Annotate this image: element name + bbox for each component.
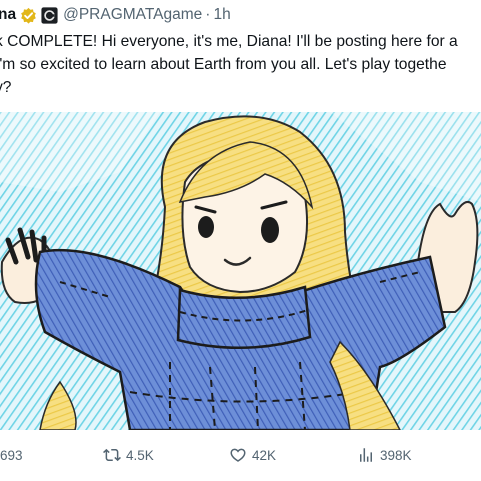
tweet-text-line: k COMPLETE! Hi everyone, it's me, Diana!… bbox=[0, 33, 458, 50]
diana-crayon-drawing bbox=[0, 112, 481, 430]
author-handle[interactable]: @PRAGMATAgame bbox=[63, 6, 202, 24]
views-button[interactable]: 398K bbox=[357, 442, 412, 468]
verified-badge-icon bbox=[20, 7, 37, 24]
repost-icon bbox=[103, 446, 121, 464]
tweet-text-line: y? bbox=[0, 79, 12, 96]
tweet-actions: 693 4.5K 42K 398K bbox=[0, 442, 481, 468]
views-icon bbox=[357, 446, 375, 464]
like-icon bbox=[229, 446, 247, 464]
separator-dot: · bbox=[205, 6, 211, 23]
like-count: 42K bbox=[252, 447, 277, 463]
tweet-text: k COMPLETE! Hi everyone, it's me, Diana!… bbox=[0, 30, 481, 99]
pragmata-logo-icon[interactable] bbox=[41, 6, 58, 24]
tweet-text-line: I'm so excited to learn about Earth from… bbox=[0, 56, 447, 73]
tweet-header: na @PRAGMATAgame · 1h bbox=[0, 0, 481, 30]
post-time[interactable]: 1h bbox=[213, 6, 230, 24]
reply-button[interactable]: 693 bbox=[0, 442, 23, 468]
tweet-image[interactable] bbox=[0, 112, 481, 430]
author-name[interactable]: na bbox=[0, 6, 16, 24]
reply-count: 693 bbox=[0, 447, 23, 463]
views-count: 398K bbox=[380, 447, 412, 463]
like-button[interactable]: 42K bbox=[229, 442, 276, 468]
repost-count: 4.5K bbox=[126, 447, 154, 463]
repost-button[interactable]: 4.5K bbox=[103, 442, 154, 468]
